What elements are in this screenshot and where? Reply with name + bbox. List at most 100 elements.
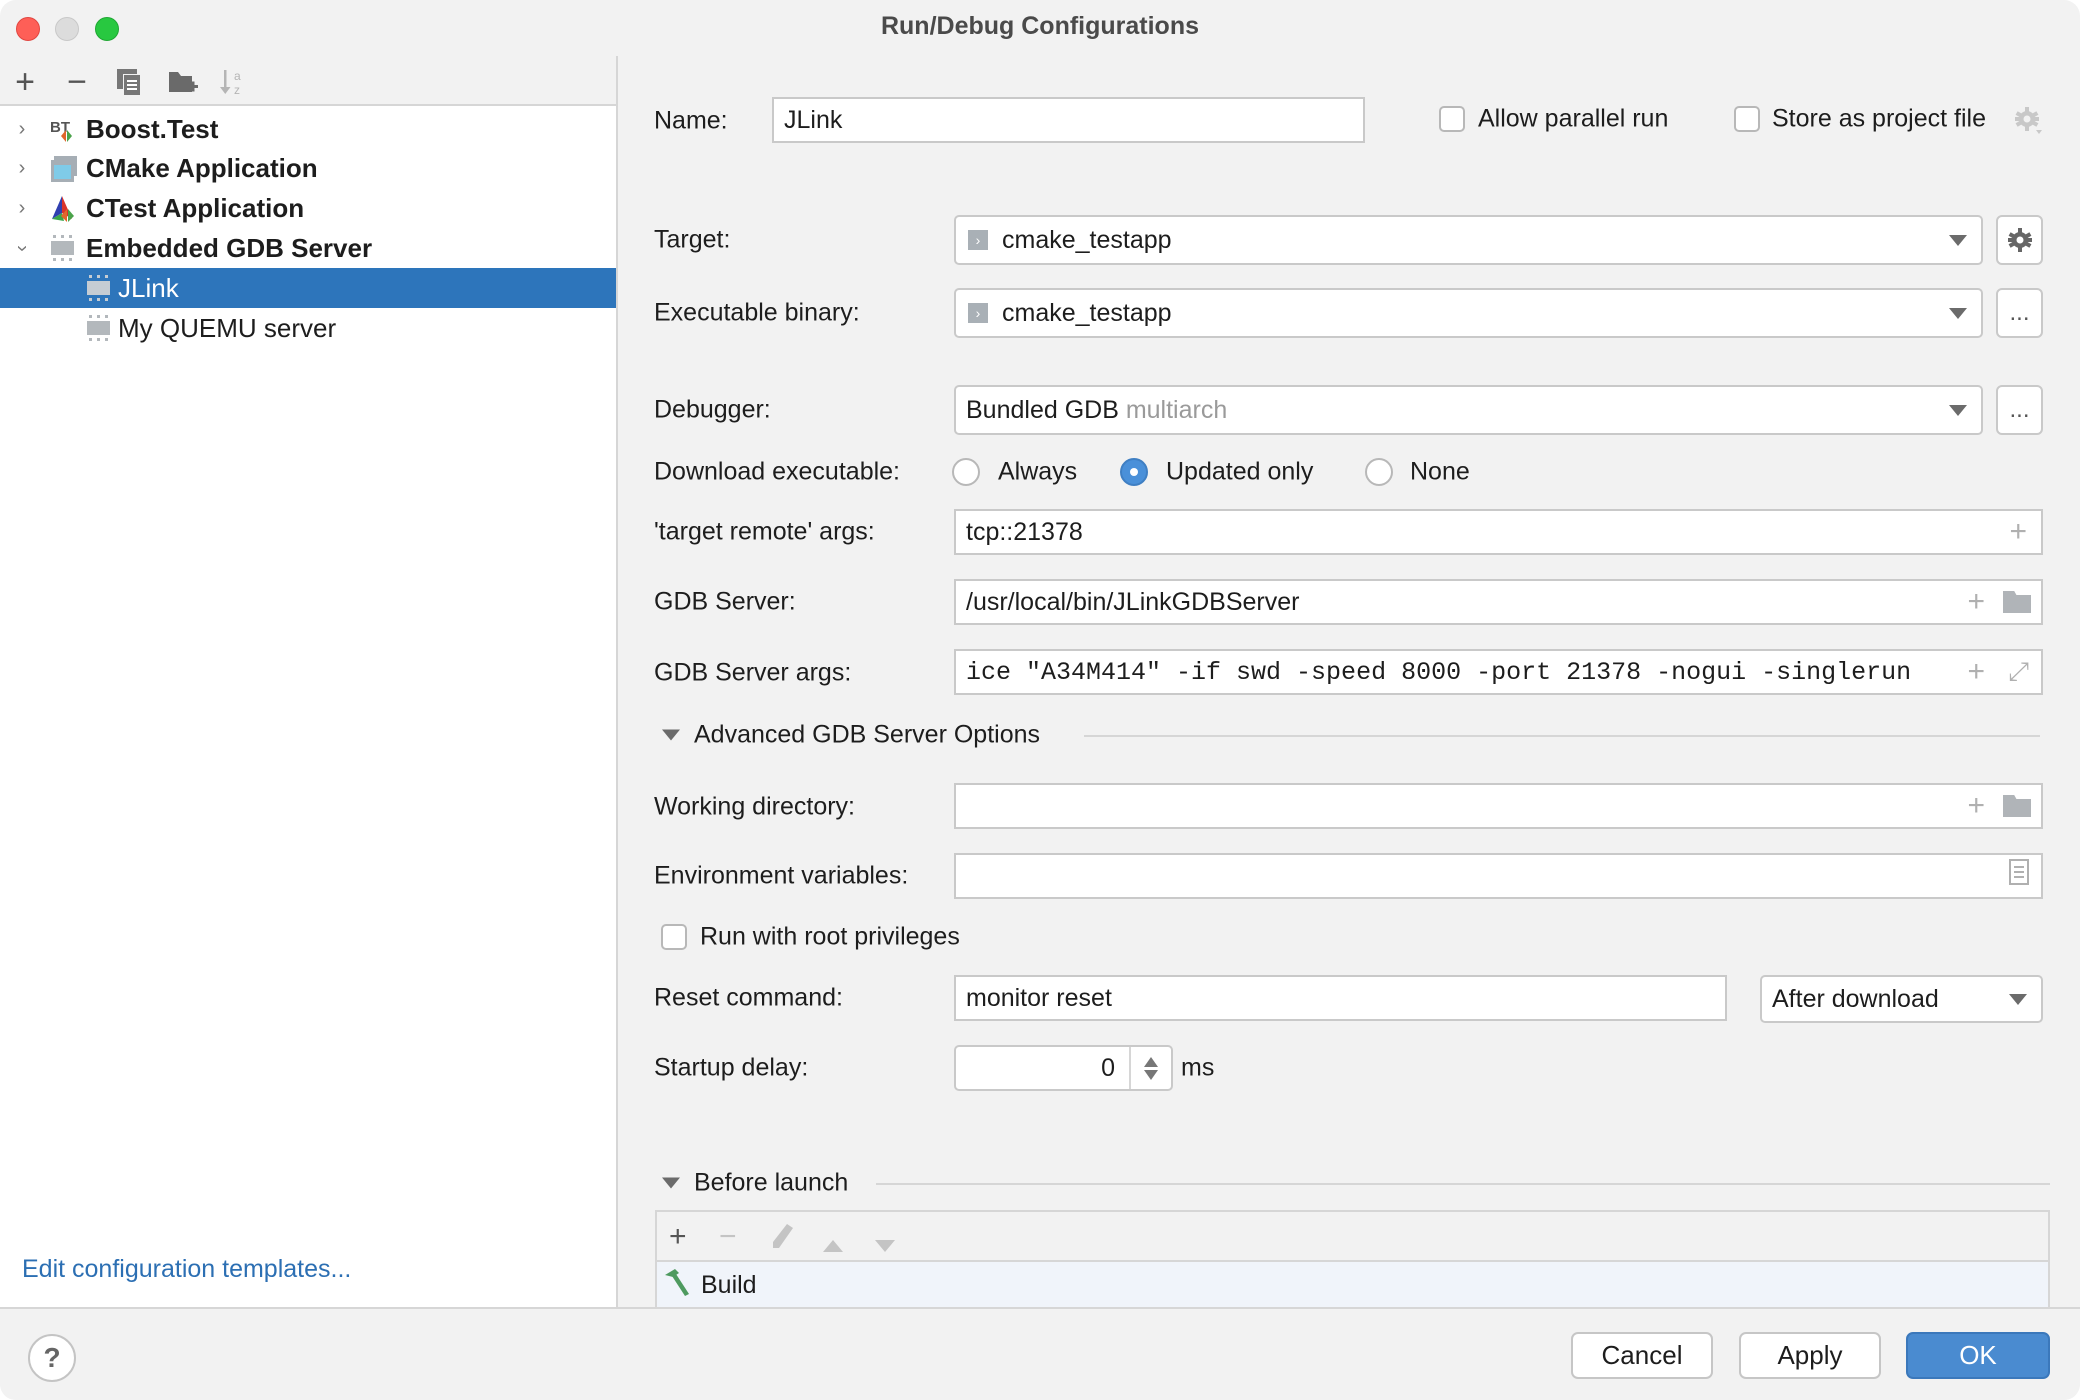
edit-task-icon[interactable]	[769, 1222, 795, 1258]
collapse-triangle-icon[interactable]	[662, 729, 680, 741]
ok-button[interactable]: OK	[1906, 1332, 2050, 1379]
dropdown-arrow-icon	[1949, 308, 1967, 319]
gdb-server-label: GDB Server:	[654, 587, 796, 616]
tree-item-ctest-application[interactable]: › CTest Application	[0, 188, 616, 228]
executable-binary-label: Executable binary:	[654, 298, 860, 327]
chevron-right-icon[interactable]: ›	[12, 118, 32, 141]
tree-item-cmake-application[interactable]: › CMake Application	[0, 148, 616, 188]
tree-item-boost-test[interactable]: › BT Boost.Test	[0, 109, 616, 149]
cancel-button[interactable]: Cancel	[1571, 1332, 1713, 1379]
svg-text:z: z	[234, 83, 240, 97]
svg-text:a: a	[234, 69, 241, 83]
tree-item-jlink[interactable]: JLink	[0, 268, 616, 308]
add-icon[interactable]: +	[9, 63, 41, 101]
increment-arrow-icon[interactable]	[1144, 1056, 1158, 1067]
run-with-root-privileges-label: Run with root privileges	[700, 922, 960, 951]
name-input[interactable]: JLink	[772, 97, 1365, 143]
radio-always-label: Always	[998, 457, 1078, 486]
window-title: Run/Debug Configurations	[880, 12, 1200, 40]
reset-timing-value: After download	[1772, 984, 1939, 1013]
radio-updated-only[interactable]	[1120, 458, 1148, 486]
expand-icon[interactable]: ⤢	[2008, 656, 2029, 688]
allow-parallel-run-checkbox[interactable]	[1439, 106, 1465, 132]
target-settings-button[interactable]	[1996, 215, 2043, 265]
gear-icon	[2007, 228, 2032, 252]
before-launch-toolbar: + −	[657, 1212, 2048, 1262]
environment-variables-input[interactable]	[954, 853, 2043, 899]
tree-item-my-quemu-server[interactable]: My QUEMU server	[0, 308, 616, 348]
before-launch-task-build[interactable]: Build	[657, 1262, 2048, 1308]
target-remote-args-label: 'target remote' args:	[654, 517, 875, 546]
add-icon[interactable]: +	[2009, 515, 2027, 549]
spinner-arrows[interactable]	[1129, 1047, 1171, 1089]
tree-item-label: My QUEMU server	[118, 312, 337, 343]
executable-binary-value: cmake_testapp	[1002, 298, 1172, 327]
radio-none-label: None	[1410, 457, 1470, 486]
gear-icon[interactable]	[2014, 106, 2044, 143]
move-up-icon[interactable]	[821, 1228, 845, 1262]
document-list-icon[interactable]	[2009, 859, 2029, 893]
edit-configuration-templates-link[interactable]: Edit configuration templates...	[22, 1255, 351, 1284]
debugger-label: Debugger:	[654, 395, 771, 424]
help-button[interactable]: ?	[28, 1334, 76, 1382]
advanced-gdb-server-options-toggle[interactable]: Advanced GDB Server Options	[662, 721, 1040, 750]
dropdown-arrow-icon	[1949, 235, 1967, 246]
tree-item-label: CMake Application	[86, 152, 318, 183]
reset-timing-dropdown[interactable]: After download	[1760, 975, 2043, 1023]
section-divider	[876, 1183, 2050, 1185]
chevron-right-icon[interactable]: ›	[12, 197, 32, 220]
download-executable-label: Download executable:	[654, 457, 900, 486]
executable-binary-dropdown[interactable]: › cmake_testapp	[954, 288, 1983, 338]
add-task-icon[interactable]: +	[669, 1220, 687, 1254]
run-with-root-privileges-checkbox[interactable]	[661, 924, 687, 950]
chip-icon	[86, 315, 112, 341]
remove-icon[interactable]: −	[61, 63, 93, 101]
folder-icon[interactable]	[2003, 591, 2031, 613]
title-bar: Run/Debug Configurations	[0, 0, 2080, 56]
remove-task-icon[interactable]: −	[719, 1220, 737, 1254]
before-launch-toggle[interactable]: Before launch	[662, 1169, 848, 1198]
apply-button[interactable]: Apply	[1739, 1332, 1881, 1379]
ctest-icon	[50, 195, 76, 222]
debugger-dropdown[interactable]: Bundled GDB multiarch	[954, 385, 1983, 435]
target-remote-args-input[interactable]: tcp::21378 +	[954, 509, 2043, 555]
decrement-arrow-icon[interactable]	[1144, 1069, 1158, 1080]
sort-alphabetically-icon[interactable]: az	[217, 66, 249, 98]
browse-executable-button[interactable]: ...	[1996, 288, 2043, 338]
add-icon[interactable]: +	[1967, 585, 1985, 619]
add-icon[interactable]: +	[1967, 789, 1985, 823]
gdb-server-input[interactable]: /usr/local/bin/JLinkGDBServer +	[954, 579, 2043, 625]
copy-icon[interactable]	[113, 66, 145, 98]
chevron-down-icon[interactable]: ›	[11, 238, 34, 258]
collapse-triangle-icon[interactable]	[662, 1177, 680, 1189]
gdb-server-args-input[interactable]: ice "A34M414" -if swd -speed 8000 -port …	[954, 649, 2043, 695]
name-label: Name:	[654, 106, 728, 135]
section-divider	[1084, 735, 2040, 737]
advanced-section-title: Advanced GDB Server Options	[694, 720, 1040, 749]
gdb-server-value: /usr/local/bin/JLinkGDBServer	[966, 587, 1300, 616]
sidebar-toolbar: + − az	[0, 56, 616, 106]
radio-always[interactable]	[952, 458, 980, 486]
hammer-icon	[663, 1267, 691, 1304]
reset-command-input[interactable]: monitor reset	[954, 975, 1727, 1021]
target-dropdown[interactable]: › cmake_testapp	[954, 215, 1983, 265]
startup-delay-spinner[interactable]: 0	[954, 1045, 1173, 1091]
add-icon[interactable]: +	[1963, 655, 1985, 689]
dropdown-arrow-icon	[2009, 994, 2027, 1005]
new-folder-icon[interactable]	[167, 66, 199, 98]
move-down-icon[interactable]	[873, 1228, 897, 1262]
folder-icon[interactable]	[2003, 795, 2031, 817]
run-debug-configurations-dialog: Run/Debug Configurations + − az › BT Boo…	[0, 0, 2080, 1400]
tree-item-embedded-gdb-server[interactable]: › Embedded GDB Server	[0, 228, 616, 268]
dropdown-arrow-icon	[1949, 405, 1967, 416]
debugger-settings-button[interactable]: ...	[1996, 385, 2043, 435]
radio-none[interactable]	[1365, 458, 1393, 486]
startup-delay-value: 0	[1101, 1053, 1115, 1082]
configurations-sidebar: + − az › BT Boost.Test › CMake Applicati…	[0, 56, 618, 1307]
working-directory-input[interactable]: +	[954, 783, 2043, 829]
chevron-right-icon[interactable]: ›	[12, 157, 32, 180]
store-as-project-file-checkbox[interactable]	[1734, 106, 1760, 132]
executable-icon: ›	[968, 303, 988, 323]
reset-command-value: monitor reset	[966, 983, 1112, 1012]
tree-item-label: Boost.Test	[86, 113, 219, 144]
